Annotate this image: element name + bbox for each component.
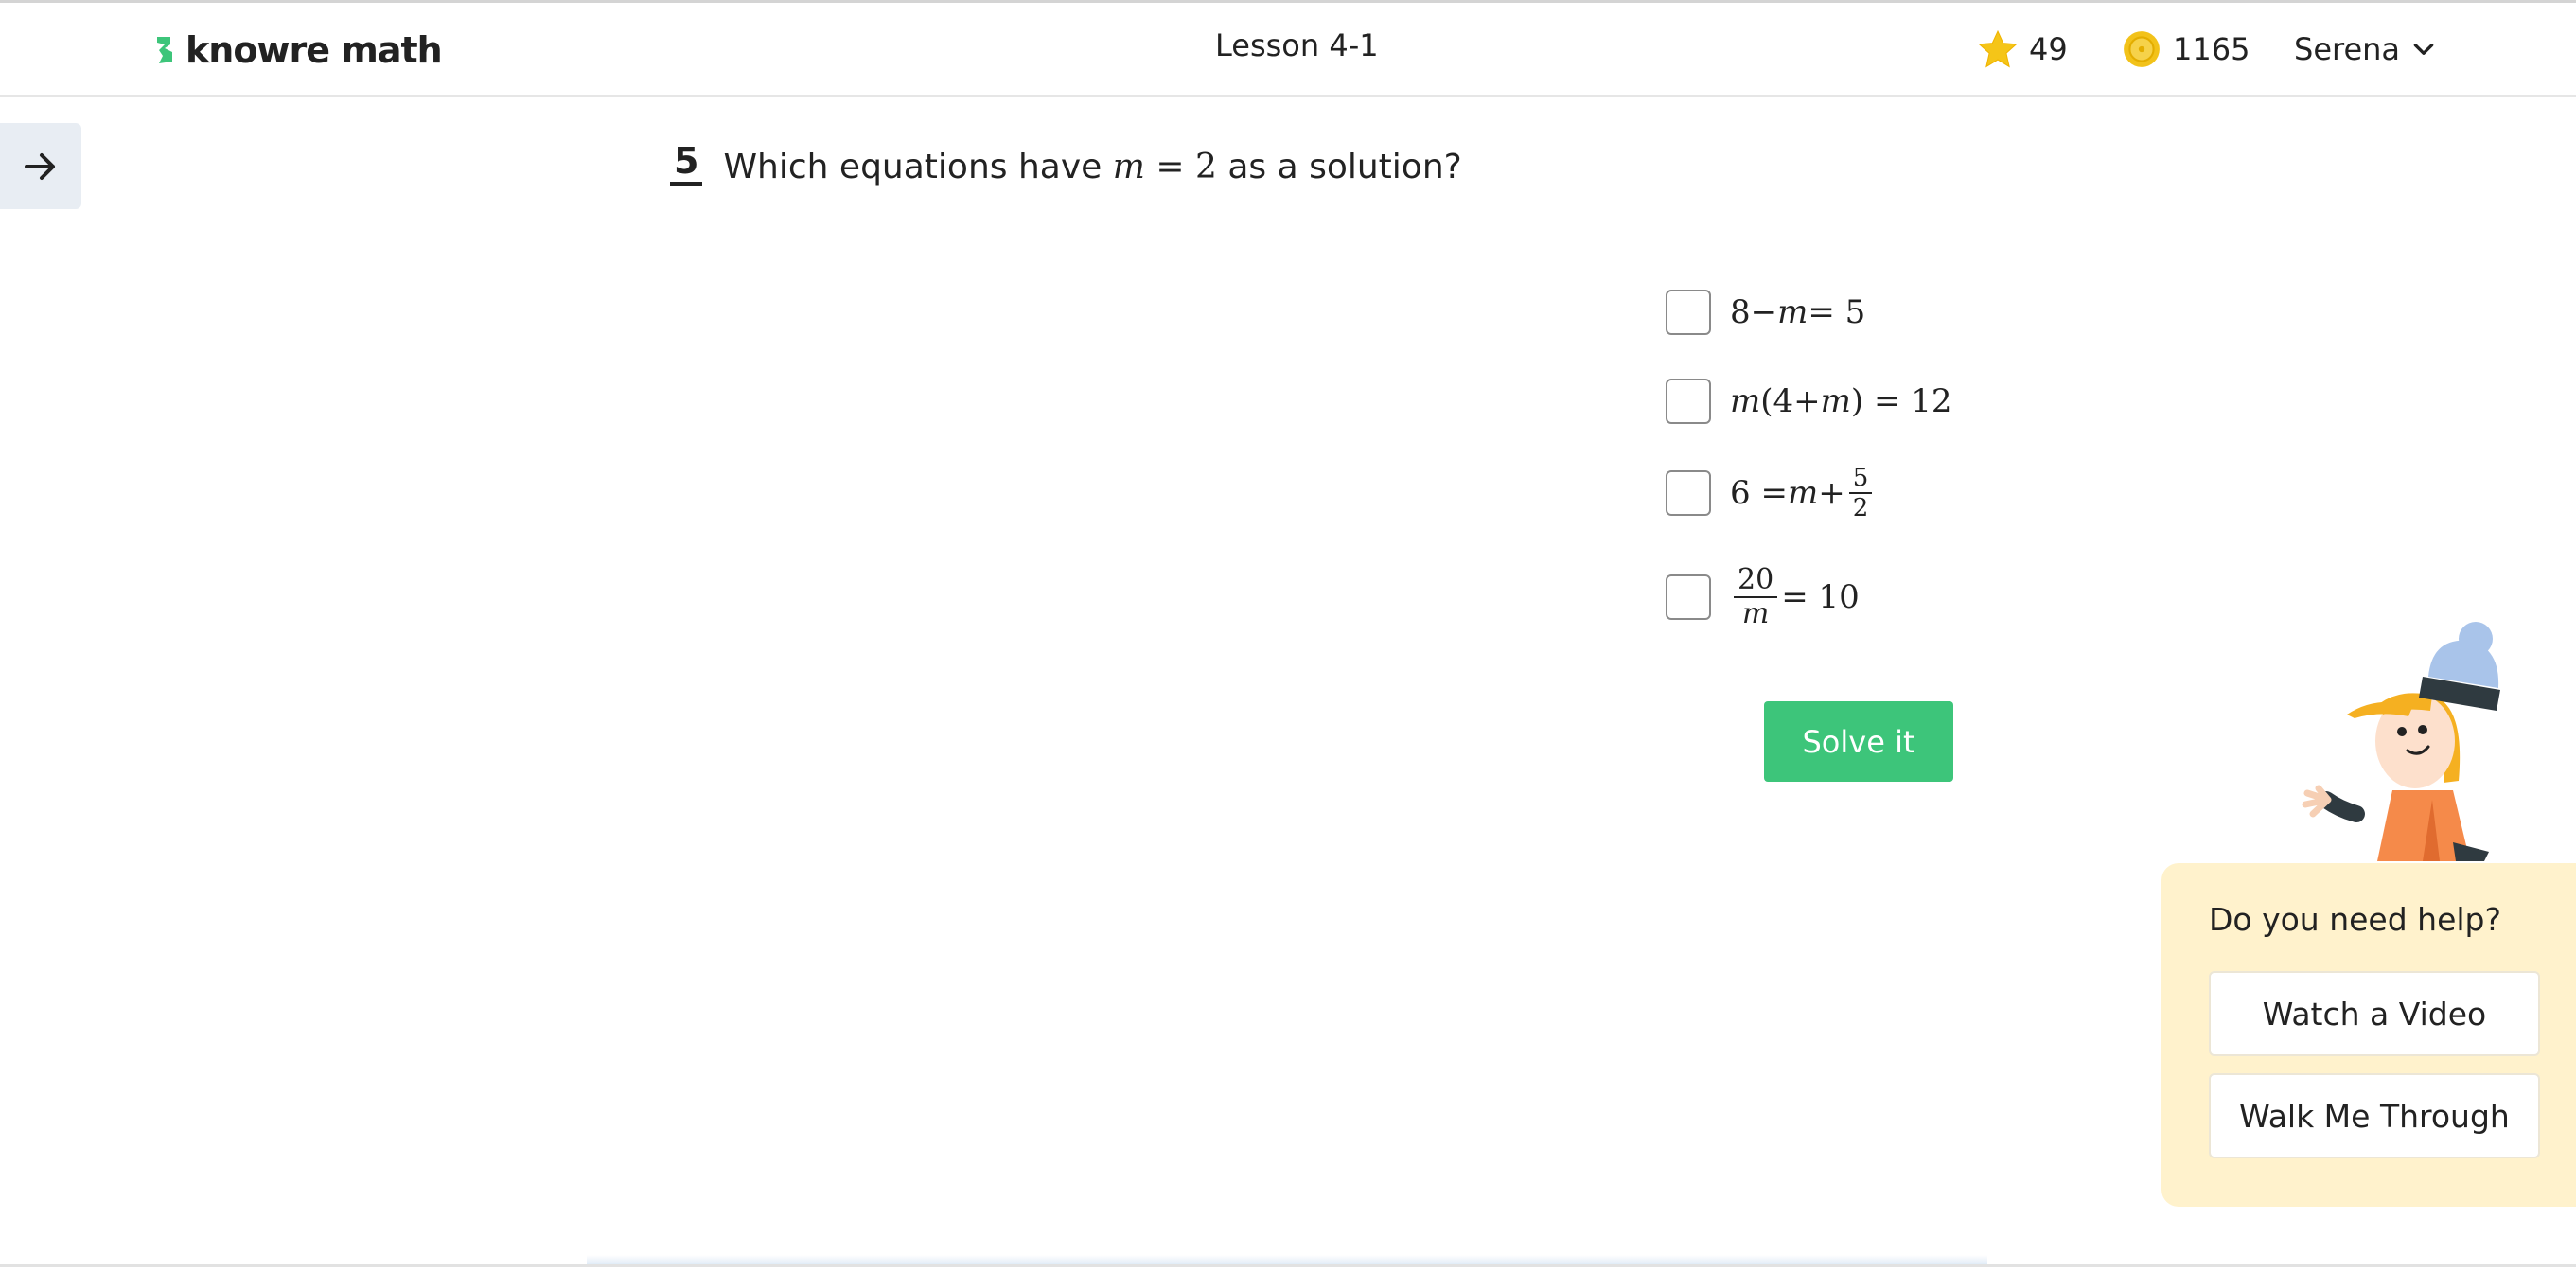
question-math: m = 2 [1113,148,1217,186]
choice-3-checkbox[interactable] [1666,470,1711,516]
choice-4-denominator: m [1741,597,1770,630]
choice-3[interactable]: 6 = m + 5 2 [1666,464,1876,522]
help-panel: Do you need help? Watch a Video Walk Me … [2161,863,2576,1207]
knowre-logo-icon [157,37,172,63]
coin-icon [2124,31,2160,67]
star-icon [1978,29,2018,68]
chevron-down-icon [2413,44,2434,55]
choice-1-rest: = 5 [1808,293,1866,331]
choice-1-term: 8 [1730,293,1751,331]
choice-4-equation: 20 m = 10 [1730,564,1860,630]
choice-4-numerator: 20 [1734,564,1778,598]
user-name: Serena [2294,31,2401,67]
question: 5 Which equations have m = 2 as a soluti… [670,140,1462,186]
coins-count: 1165 [2173,31,2250,67]
help-title: Do you need help? [2209,901,2502,938]
stars-count: 49 [2029,31,2068,67]
choice-1-op: − [1750,293,1778,331]
choice-3-var: m [1787,474,1819,512]
footer-border [0,1264,2576,1267]
choice-1[interactable]: 8− m = 5 [1666,290,1865,335]
choice-3-op: + [1818,474,1845,512]
choice-4-checkbox[interactable] [1666,574,1711,620]
lesson-title: Lesson 4-1 [1215,27,1379,63]
question-number: 5 [670,140,703,186]
user-menu[interactable]: Serena [2294,27,2436,71]
choice-3-equation: 6 = m + 5 2 [1730,464,1876,522]
walk-me-through-button[interactable]: Walk Me Through [2209,1073,2540,1158]
choice-1-equation: 8− m = 5 [1730,293,1865,331]
logo[interactable]: knowre math [153,26,443,75]
question-text-before: Which equations have [723,148,1103,186]
watch-video-button[interactable]: Watch a Video [2209,971,2540,1056]
choice-1-var: m [1777,293,1808,331]
choice-3-denominator: 2 [1852,494,1869,522]
choice-2-rest: ) = 12 [1850,382,1952,420]
logo-text: knowre math [185,29,443,71]
choice-1-checkbox[interactable] [1666,290,1711,335]
solve-it-button[interactable]: Solve it [1764,701,1953,782]
choice-3-numerator: 5 [1848,464,1873,494]
question-text: Which equations have m = 2 as a solution… [723,148,1461,186]
choice-4[interactable]: 20 m = 10 [1666,564,1860,630]
choice-2[interactable]: m (4+ m) = 12 [1666,379,1952,424]
mascot-illustration [2302,622,2500,861]
choice-2-equation: m (4+ m) = 12 [1730,382,1952,420]
side-panel-toggle-button[interactable] [0,123,81,209]
stars-counter: 49 [1978,27,2068,71]
choice-3-fraction: 5 2 [1848,464,1873,522]
question-text-after: as a solution? [1227,148,1462,186]
choice-4-fraction: 20 m [1734,564,1778,630]
question-math-var: m [1112,148,1145,186]
coins-counter: 1165 [2122,27,2250,71]
choice-2-mid: (4+ [1760,382,1821,420]
choice-4-rest: = 10 [1781,578,1860,616]
choice-2-checkbox[interactable] [1666,379,1711,424]
arrow-right-icon [25,152,55,180]
choice-2-var2: m [1820,382,1851,420]
top-header: knowre math Lesson 4-1 49 1165 Serena [0,3,2576,97]
footer-shadow [587,1255,1987,1264]
choice-2-var: m [1730,382,1761,420]
question-math-rest: = 2 [1144,148,1217,186]
choice-3-lhs: 6 = [1730,474,1788,512]
